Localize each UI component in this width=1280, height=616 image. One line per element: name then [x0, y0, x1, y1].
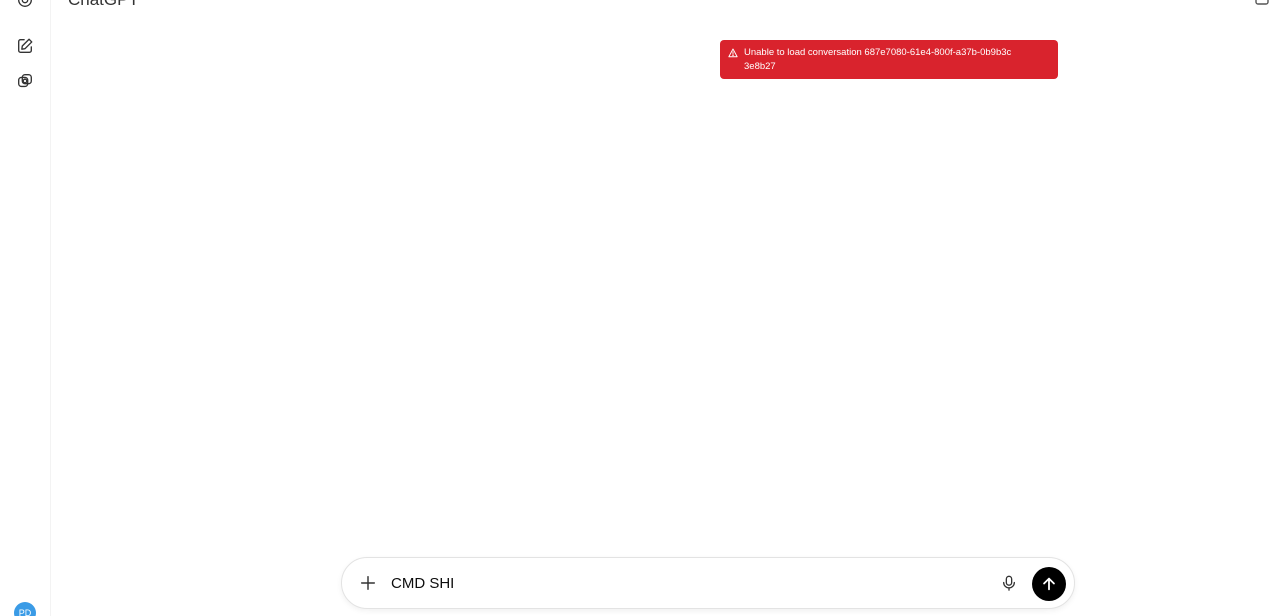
new-chat-icon[interactable] [15, 36, 35, 56]
prompt-input[interactable] [391, 572, 971, 594]
sidebar-rail: PD [0, 0, 51, 616]
arrow-up-icon [1043, 577, 1055, 591]
mic-icon[interactable] [1000, 574, 1018, 592]
gpts-icon[interactable] [15, 71, 35, 91]
plus-icon[interactable] [358, 573, 378, 593]
composer [341, 557, 1075, 609]
warning-icon [728, 48, 738, 58]
avatar[interactable]: PD [14, 602, 36, 616]
share-icon[interactable] [1254, 0, 1272, 8]
avatar-initials: PD [18, 608, 32, 616]
send-button[interactable] [1032, 567, 1066, 601]
app-window: PD ChatGPT Unable to load conversation 6… [0, 0, 1280, 616]
error-toast: Unable to load conversation 687e7080-61e… [720, 40, 1058, 79]
toast-message: Unable to load conversation 687e7080-61e… [744, 47, 1012, 72]
model-selector[interactable]: ChatGPT [68, 0, 139, 10]
logo-icon[interactable] [15, 0, 35, 10]
